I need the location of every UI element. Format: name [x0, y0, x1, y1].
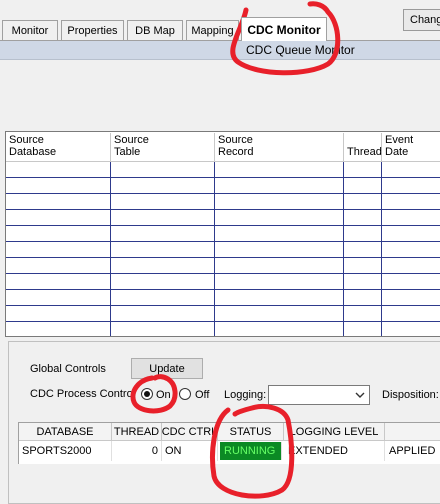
- column-header-thread[interactable]: Thread: [344, 133, 382, 161]
- column-header-line: Record: [218, 146, 254, 158]
- status-cell-cdc-ctrl[interactable]: ON: [162, 441, 218, 461]
- update-button-label: Update: [149, 362, 185, 375]
- column-header-line: Database: [9, 146, 57, 158]
- column-header-line: Event: [385, 134, 414, 146]
- status-header-cdc-ctrl[interactable]: CDC CTRL: [162, 423, 218, 441]
- column-divider: [110, 162, 111, 336]
- tab-cdc-monitor[interactable]: CDC Monitor: [241, 17, 327, 41]
- status-table: DATABASE THREAD CDC CTRL STATUS LOGGING …: [18, 422, 440, 464]
- column-header-source-record[interactable]: Source Record: [215, 133, 344, 161]
- column-divider: [214, 162, 215, 336]
- update-button[interactable]: Update: [131, 358, 203, 379]
- column-header-line: Date: [385, 146, 409, 158]
- column-header-line: Source: [9, 134, 44, 146]
- column-divider: [381, 162, 382, 336]
- status-header-status[interactable]: STATUS: [218, 423, 284, 441]
- queue-monitor-header: CDC Queue Monitor: [0, 41, 440, 60]
- column-header-event-date[interactable]: Event Date: [382, 133, 440, 161]
- column-header-line: Source: [114, 134, 149, 146]
- tab-label: CDC Monitor: [247, 22, 321, 37]
- table-row[interactable]: [6, 242, 440, 258]
- status-cell-thread[interactable]: 0: [112, 441, 162, 461]
- grid-body: [6, 162, 440, 336]
- status-cell-status[interactable]: RUNNING: [220, 442, 282, 460]
- column-header-line: Source: [218, 134, 253, 146]
- table-row[interactable]: [6, 274, 440, 290]
- disposition-label: Disposition:: [382, 389, 439, 401]
- status-cell-database[interactable]: SPORTS2000: [19, 441, 112, 461]
- tab-label: Monitor: [11, 25, 49, 37]
- tab-db-map[interactable]: DB Map: [127, 20, 183, 41]
- radio-on[interactable]: [141, 388, 153, 400]
- status-header-thread[interactable]: THREAD: [112, 423, 162, 441]
- radio-off-label: Off: [195, 389, 210, 401]
- table-row[interactable]: [6, 306, 440, 322]
- tab-label: DB Map: [135, 25, 175, 37]
- column-divider: [343, 162, 344, 336]
- status-header-database[interactable]: DATABASE: [19, 423, 112, 441]
- change-button-label: Chang: [410, 14, 440, 26]
- change-button[interactable]: Chang: [403, 9, 440, 31]
- table-row[interactable]: [6, 178, 440, 194]
- column-header-source-database[interactable]: Source Database: [6, 133, 111, 161]
- column-header-line: Table: [114, 146, 141, 158]
- column-header-line: Thread: [347, 146, 382, 158]
- radio-selected-dot: [144, 391, 150, 397]
- table-row[interactable]: [6, 162, 440, 178]
- tab-label: Properties: [67, 25, 118, 37]
- table-row[interactable]: [6, 194, 440, 210]
- status-header-logging-level[interactable]: LOGGING LEVEL: [284, 423, 385, 441]
- logging-select[interactable]: [268, 385, 370, 405]
- page-title: CDC Queue Monitor: [246, 43, 355, 57]
- tab-monitor[interactable]: Monitor: [2, 20, 58, 41]
- status-header-disposition[interactable]: I: [385, 423, 440, 441]
- radio-on-label: On: [156, 389, 171, 401]
- table-row[interactable]: [6, 258, 440, 274]
- cdc-queue-grid[interactable]: Source Database Source Table Source Record …: [5, 131, 440, 337]
- status-cell-logging-level[interactable]: EXTENDED: [284, 441, 385, 461]
- chevron-down-icon: [355, 392, 365, 398]
- column-header-line: [347, 134, 378, 146]
- logging-label: Logging:: [224, 389, 267, 401]
- table-row[interactable]: [6, 290, 440, 306]
- global-controls-label: Global Controls: [30, 363, 106, 375]
- tab-strip: Monitor Properties DB Map Mapping CDC Mo…: [0, 17, 440, 41]
- grid-header: Source Database Source Table Source Record …: [6, 132, 440, 162]
- tab-mapping[interactable]: Mapping: [186, 20, 239, 41]
- status-cell-disposition[interactable]: APPLIED: [385, 441, 440, 461]
- table-row[interactable]: [6, 210, 440, 226]
- table-row[interactable]: [6, 226, 440, 242]
- tab-label: Mapping: [191, 25, 234, 37]
- table-row[interactable]: [6, 322, 440, 336]
- tab-properties[interactable]: Properties: [61, 20, 124, 41]
- radio-off[interactable]: [179, 388, 191, 400]
- cdc-process-control-label: CDC Process Control: [30, 388, 136, 400]
- column-header-source-table[interactable]: Source Table: [111, 133, 215, 161]
